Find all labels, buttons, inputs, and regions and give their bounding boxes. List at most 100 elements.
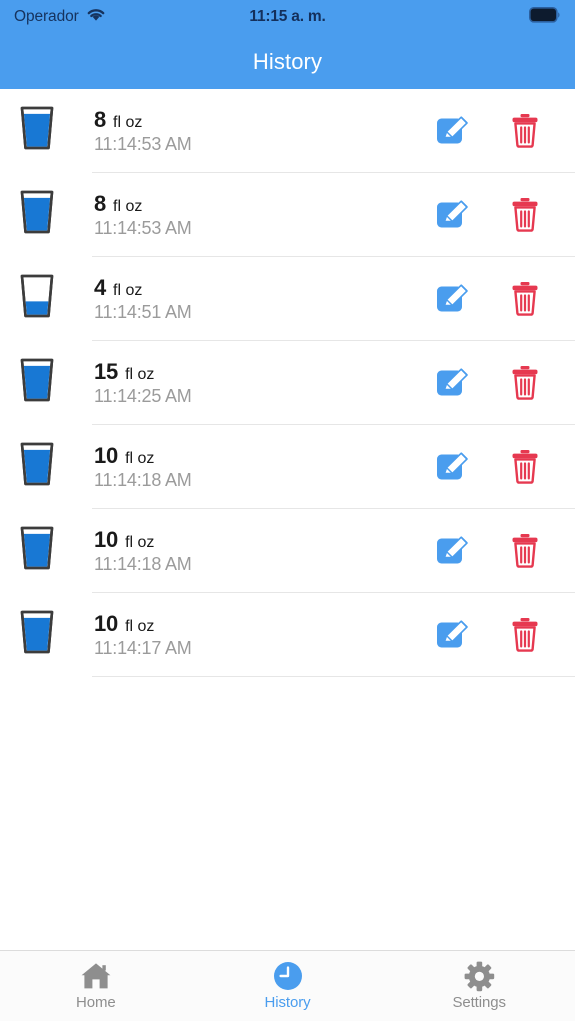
edit-pencil-icon (435, 280, 471, 319)
history-row[interactable]: 8 fl oz 11:14:53 AM (0, 89, 575, 173)
row-actions (417, 101, 561, 161)
edit-button[interactable] (417, 101, 489, 161)
edit-button[interactable] (417, 269, 489, 329)
row-text: 10 fl oz 11:14:18 AM (92, 442, 417, 490)
wifi-icon (86, 7, 106, 27)
amount-line: 15 fl oz (94, 358, 417, 384)
history-row[interactable]: 15 fl oz 11:14:25 AM (0, 341, 575, 425)
delete-button[interactable] (489, 101, 561, 161)
status-bar-left: Operador (14, 7, 106, 27)
tab-settings[interactable]: Settings (383, 951, 575, 1021)
water-glass-icon (18, 356, 92, 411)
amount-line: 4 fl oz (94, 274, 417, 300)
trash-icon (510, 364, 540, 403)
edit-pencil-icon (435, 112, 471, 151)
row-actions (417, 185, 561, 245)
amount-line: 10 fl oz (94, 442, 417, 468)
history-row[interactable]: 10 fl oz 11:14:17 AM (0, 593, 575, 677)
row-actions (417, 521, 561, 581)
water-glass-icon (18, 272, 92, 327)
trash-icon (510, 616, 540, 655)
delete-button[interactable] (489, 185, 561, 245)
row-text: 8 fl oz 11:14:53 AM (92, 106, 417, 154)
row-actions (417, 605, 561, 665)
amount-line: 8 fl oz (94, 106, 417, 132)
amount-line: 10 fl oz (94, 610, 417, 636)
water-glass-icon (18, 188, 92, 243)
amount-value: 4 (94, 274, 107, 300)
edit-pencil-icon (435, 448, 471, 487)
row-actions (417, 269, 561, 329)
clock-icon (273, 961, 303, 991)
delete-button[interactable] (489, 437, 561, 497)
history-row[interactable]: 8 fl oz 11:14:53 AM (0, 173, 575, 257)
amount-unit: fl oz (125, 533, 155, 551)
edit-button[interactable] (417, 185, 489, 245)
amount-unit: fl oz (113, 281, 143, 299)
row-timestamp: 11:14:18 AM (94, 469, 192, 490)
edit-button[interactable] (417, 353, 489, 413)
row-text: 10 fl oz 11:14:18 AM (92, 526, 417, 574)
row-timestamp: 11:14:53 AM (94, 217, 192, 238)
history-list: 8 fl oz 11:14:53 AM 8 fl oz 11:14:53 AM … (0, 89, 575, 950)
amount-value: 15 (94, 358, 119, 384)
delete-button[interactable] (489, 269, 561, 329)
amount-value: 8 (94, 190, 107, 216)
amount-value: 10 (94, 610, 119, 636)
tab-home[interactable]: Home (0, 951, 192, 1021)
amount-unit: fl oz (113, 113, 143, 131)
tab-label: Settings (452, 994, 506, 1011)
water-glass-icon (18, 104, 92, 159)
tab-history[interactable]: History (192, 951, 384, 1021)
amount-value: 10 (94, 442, 119, 468)
row-text: 8 fl oz 11:14:53 AM (92, 190, 417, 238)
delete-button[interactable] (489, 521, 561, 581)
amount-unit: fl oz (125, 617, 155, 635)
trash-icon (510, 448, 540, 487)
trash-icon (510, 280, 540, 319)
row-text: 15 fl oz 11:14:25 AM (92, 358, 417, 406)
home-icon (80, 961, 112, 991)
row-text: 10 fl oz 11:14:17 AM (92, 610, 417, 658)
history-row[interactable]: 10 fl oz 11:14:18 AM (0, 509, 575, 593)
edit-button[interactable] (417, 521, 489, 581)
nav-bar: History (0, 34, 575, 89)
amount-unit: fl oz (113, 197, 143, 215)
row-timestamp: 11:14:51 AM (94, 301, 192, 322)
delete-button[interactable] (489, 353, 561, 413)
edit-pencil-icon (435, 364, 471, 403)
gear-icon (464, 961, 495, 991)
battery-full-icon (529, 6, 561, 28)
page-title: History (252, 48, 323, 74)
edit-button[interactable] (417, 605, 489, 665)
row-actions (417, 353, 561, 413)
amount-value: 10 (94, 526, 119, 552)
trash-icon (510, 112, 540, 151)
delete-button[interactable] (489, 605, 561, 665)
amount-line: 8 fl oz (94, 190, 417, 216)
row-timestamp: 11:14:17 AM (94, 637, 192, 658)
row-text: 4 fl oz 11:14:51 AM (92, 274, 417, 322)
history-row[interactable]: 10 fl oz 11:14:18 AM (0, 425, 575, 509)
trash-icon (510, 532, 540, 571)
row-timestamp: 11:14:18 AM (94, 553, 192, 574)
edit-pencil-icon (435, 196, 471, 235)
edit-button[interactable] (417, 437, 489, 497)
water-glass-icon (18, 440, 92, 495)
amount-line: 10 fl oz (94, 526, 417, 552)
tab-label: Home (76, 994, 116, 1011)
row-timestamp: 11:14:53 AM (94, 133, 192, 154)
tab-bar: Home History Settings (0, 950, 575, 1021)
edit-pencil-icon (435, 616, 471, 655)
water-glass-icon (18, 608, 92, 663)
status-bar: Operador 11:15 a. m. (0, 0, 575, 34)
tab-label: History (264, 994, 311, 1011)
app-root: Operador 11:15 a. m. History 8 fl oz 11:… (0, 0, 575, 1021)
row-actions (417, 437, 561, 497)
row-divider (92, 676, 575, 677)
amount-value: 8 (94, 106, 107, 132)
edit-pencil-icon (435, 532, 471, 571)
row-timestamp: 11:14:25 AM (94, 385, 192, 406)
amount-unit: fl oz (125, 365, 155, 383)
history-row[interactable]: 4 fl oz 11:14:51 AM (0, 257, 575, 341)
